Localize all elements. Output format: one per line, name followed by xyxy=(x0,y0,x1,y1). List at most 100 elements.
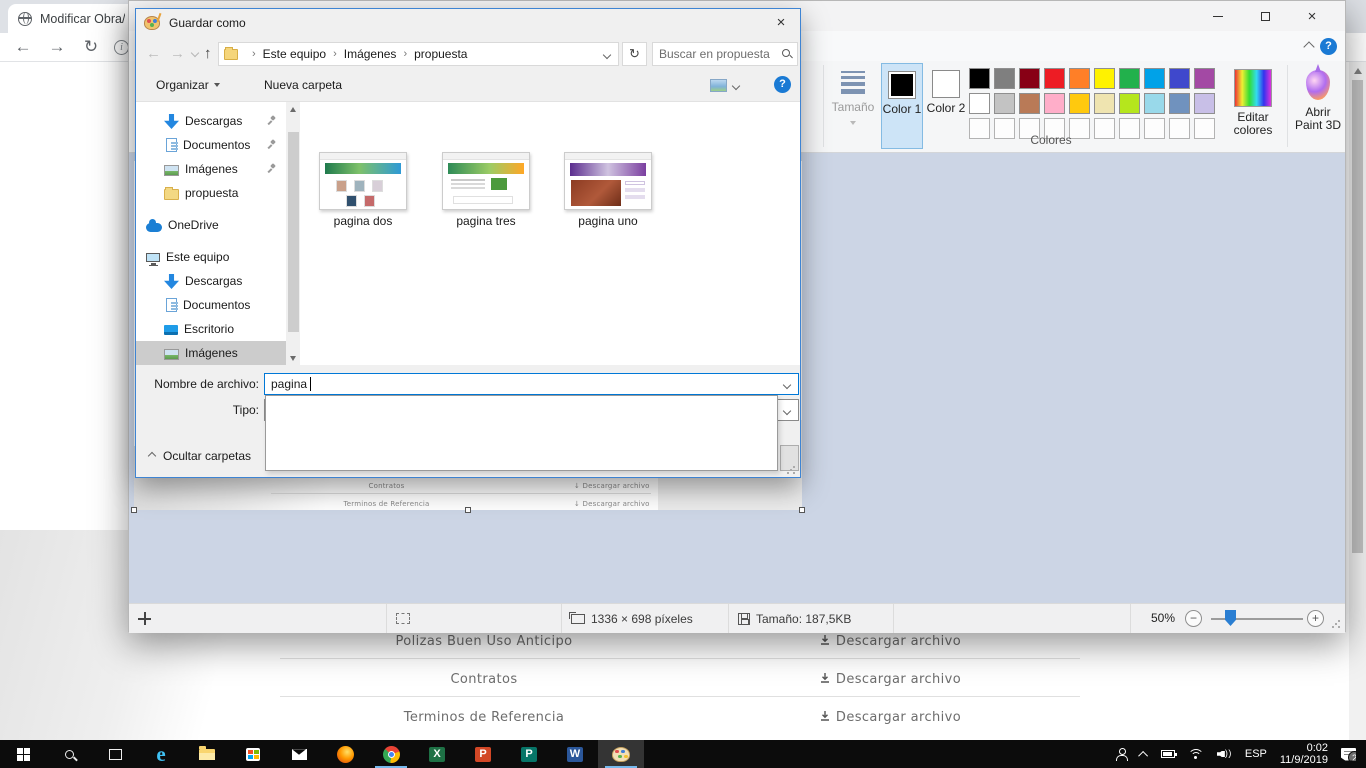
scroll-up-icon[interactable] xyxy=(290,107,296,112)
minimize-button[interactable] xyxy=(1195,1,1241,31)
filename-input[interactable]: pagina xyxy=(264,373,799,395)
palette-color-swatch[interactable] xyxy=(1019,93,1040,114)
download-link[interactable]: Descargar archivo xyxy=(700,672,1080,687)
scrollbar-thumb[interactable] xyxy=(288,132,299,332)
taskbar-search-button[interactable] xyxy=(46,740,92,768)
maximize-button[interactable] xyxy=(1242,1,1288,31)
scrollbar-thumb[interactable] xyxy=(1352,80,1363,553)
close-button[interactable]: × xyxy=(1289,1,1335,31)
sidebar-item-este-equipo[interactable]: Este equipo xyxy=(136,245,286,269)
palette-color-swatch[interactable] xyxy=(1144,68,1165,89)
palette-color-swatch[interactable] xyxy=(1194,93,1215,114)
dialog-help-button[interactable]: ? xyxy=(774,76,791,93)
open-paint3d-button[interactable]: Abrir Paint 3D xyxy=(1293,63,1343,149)
taskbar-chrome[interactable] xyxy=(368,740,414,768)
sidebar-item-imagenes-2[interactable]: Imágenes xyxy=(136,341,286,365)
edit-colors-button[interactable]: Editar colores xyxy=(1225,63,1281,149)
palette-color-swatch[interactable] xyxy=(1169,68,1190,89)
palette-color-swatch[interactable] xyxy=(1119,68,1140,89)
zoom-in-button[interactable]: + xyxy=(1307,610,1324,627)
sidebar-item-escritorio[interactable]: Escritorio xyxy=(136,317,286,341)
view-mode-chevron-icon[interactable] xyxy=(732,82,740,90)
sidebar-item-propuesta[interactable]: propuesta xyxy=(136,181,286,205)
download-link[interactable]: Descargar archivo xyxy=(700,710,1080,725)
selection-handle[interactable] xyxy=(465,507,471,513)
sidebar-item-documentos-2[interactable]: Documentos xyxy=(136,293,286,317)
nav-up-icon[interactable]: ↑ xyxy=(204,45,212,62)
breadcrumb[interactable]: › Este equipo › Imágenes › propuesta xyxy=(218,42,619,66)
download-link[interactable]: Descargar archivo xyxy=(700,634,1080,649)
filetype-chevron-icon[interactable] xyxy=(783,407,791,415)
zoom-slider-thumb[interactable] xyxy=(1225,610,1236,626)
breadcrumb-item[interactable]: Este equipo xyxy=(263,47,326,61)
people-icon[interactable] xyxy=(1116,748,1128,760)
collapse-ribbon-icon[interactable] xyxy=(1303,41,1314,52)
volume-icon[interactable] xyxy=(1217,749,1232,760)
nav-back-icon[interactable]: ← xyxy=(146,45,161,62)
nav-history-chevron-icon[interactable] xyxy=(191,49,199,57)
taskbar-paint[interactable] xyxy=(598,740,644,768)
sidebar-item-documentos[interactable]: Documentos xyxy=(136,133,286,157)
wifi-icon[interactable] xyxy=(1188,749,1204,760)
new-folder-button[interactable]: Nueva carpeta xyxy=(264,78,342,92)
nav-forward-icon[interactable]: → xyxy=(170,45,185,62)
palette-color-swatch[interactable] xyxy=(1119,93,1140,114)
breadcrumb-item[interactable]: Imágenes xyxy=(344,47,397,61)
clock[interactable]: 0:02 11/9/2019 xyxy=(1280,742,1328,767)
browser-forward-icon[interactable]: → xyxy=(46,36,68,58)
taskbar-edge[interactable]: e xyxy=(138,740,184,768)
selection-handle[interactable] xyxy=(799,507,805,513)
palette-color-swatch[interactable] xyxy=(994,93,1015,114)
palette-color-swatch[interactable] xyxy=(1069,93,1090,114)
zoom-out-button[interactable]: − xyxy=(1185,610,1202,627)
sidebar-scrollbar[interactable] xyxy=(286,102,300,366)
zoom-slider-track[interactable] xyxy=(1211,618,1303,620)
palette-color-swatch[interactable] xyxy=(1169,93,1190,114)
taskbar-powerpoint[interactable]: P xyxy=(460,740,506,768)
search-box[interactable] xyxy=(652,42,798,66)
scroll-down-icon[interactable] xyxy=(290,356,296,361)
palette-color-swatch[interactable] xyxy=(969,93,990,114)
size-button[interactable]: Tamaño xyxy=(827,63,879,149)
filetype-dropdown-list[interactable] xyxy=(265,395,778,471)
start-button[interactable] xyxy=(0,740,46,768)
sidebar-item-descargas[interactable]: Descargas xyxy=(136,109,286,133)
hide-folders-button[interactable]: Ocultar carpetas xyxy=(149,449,251,463)
taskbar-store[interactable] xyxy=(230,740,276,768)
breadcrumb-item[interactable]: propuesta xyxy=(414,47,467,61)
palette-color-swatch[interactable] xyxy=(1044,93,1065,114)
sidebar-item-onedrive[interactable]: OneDrive xyxy=(136,213,286,237)
taskbar-mail[interactable] xyxy=(276,740,322,768)
search-input[interactable] xyxy=(659,45,771,63)
palette-color-swatch[interactable] xyxy=(1094,93,1115,114)
palette-color-swatch[interactable] xyxy=(1019,68,1040,89)
palette-color-swatch[interactable] xyxy=(1044,68,1065,89)
selection-handle[interactable] xyxy=(131,507,137,513)
file-item-pagina-tres[interactable]: pagina tres xyxy=(442,152,530,228)
taskbar-file-explorer[interactable] xyxy=(184,740,230,768)
taskbar-excel[interactable]: X xyxy=(414,740,460,768)
palette-color-swatch[interactable] xyxy=(1069,68,1090,89)
palette-color-swatch[interactable] xyxy=(994,68,1015,89)
browser-reload-icon[interactable]: ↻ xyxy=(80,36,102,58)
sidebar-item-descargas-2[interactable]: Descargas xyxy=(136,269,286,293)
notification-center-icon[interactable]: 2 xyxy=(1341,748,1356,761)
battery-icon[interactable] xyxy=(1161,750,1175,758)
taskbar-word[interactable]: W xyxy=(552,740,598,768)
browser-scrollbar[interactable] xyxy=(1349,62,1366,740)
palette-color-swatch[interactable] xyxy=(969,68,990,89)
breadcrumb-chevron-icon[interactable] xyxy=(603,51,611,59)
file-item-pagina-dos[interactable]: pagina dos xyxy=(319,152,407,228)
paint-help-button[interactable]: ? xyxy=(1320,38,1337,55)
scroll-up-icon[interactable] xyxy=(1354,68,1362,74)
view-mode-icon[interactable] xyxy=(710,79,727,92)
palette-color-swatch[interactable] xyxy=(1144,93,1165,114)
refresh-button[interactable]: ↻ xyxy=(622,42,647,66)
palette-color-swatch[interactable] xyxy=(1194,68,1215,89)
site-info-icon[interactable]: i xyxy=(114,40,129,55)
filename-dropdown-chevron-icon[interactable] xyxy=(783,381,791,389)
sidebar-item-imagenes[interactable]: Imágenes xyxy=(136,157,286,181)
palette-color-swatch[interactable] xyxy=(1094,68,1115,89)
task-view-button[interactable] xyxy=(92,740,138,768)
tray-expand-icon[interactable] xyxy=(1138,750,1148,760)
